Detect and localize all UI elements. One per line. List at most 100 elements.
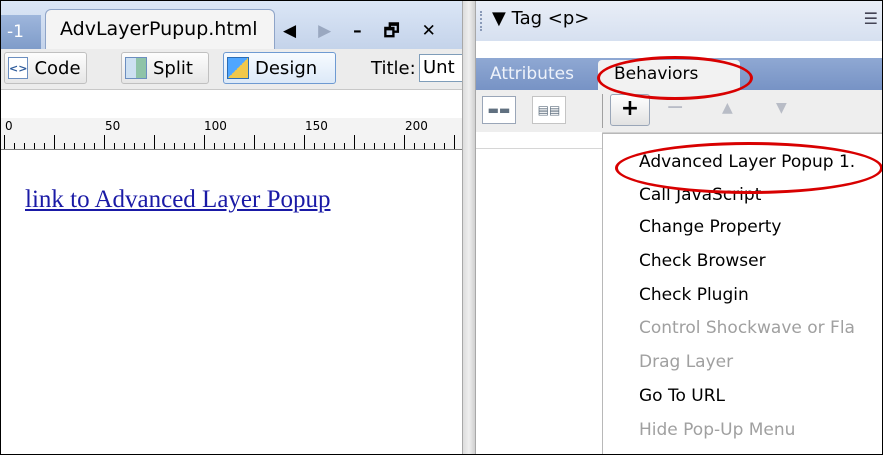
document-toolbar: <> Code Split Design Title: Unt bbox=[1, 49, 463, 90]
ruler-tick bbox=[254, 135, 255, 149]
code-view-label: Code bbox=[34, 57, 81, 79]
menu-item-drag-layer: Drag Layer bbox=[639, 352, 734, 372]
ruler-tick bbox=[354, 135, 355, 149]
advanced-layer-popup-link[interactable]: link to Advanced Layer Popup bbox=[25, 186, 331, 214]
ruler-label: 100 bbox=[204, 119, 227, 133]
ruler-tick bbox=[324, 143, 325, 149]
ruler-label: 200 bbox=[405, 119, 428, 133]
split-view-label: Split bbox=[153, 57, 193, 79]
drag-grip-icon[interactable] bbox=[480, 11, 488, 31]
ruler-tick bbox=[124, 143, 125, 149]
ruler-tick bbox=[384, 143, 385, 149]
horizontal-ruler: 0 50 100 150 200 bbox=[1, 118, 465, 150]
ruler-tick bbox=[24, 143, 25, 149]
events-list-divider bbox=[476, 148, 602, 149]
page-title-input[interactable]: Unt bbox=[419, 54, 463, 82]
panel-options-icon[interactable]: ☰ bbox=[864, 9, 878, 28]
behaviors-toolbar: ▬▬ ▤▤ + − ▲ ▼ bbox=[476, 90, 882, 133]
ruler-tick bbox=[274, 143, 275, 149]
screenshot-frame: -1 AdvLayerPupup.html ◀ ▶ – 🗗 ✕ <> Code … bbox=[0, 0, 883, 455]
restore-icon[interactable]: 🗗 bbox=[384, 19, 400, 43]
design-view-label: Design bbox=[255, 57, 318, 79]
ruler-tick bbox=[54, 135, 55, 149]
minimize-icon[interactable]: – bbox=[353, 19, 362, 43]
design-view-button[interactable]: Design bbox=[223, 52, 336, 84]
ruler-tick bbox=[204, 135, 205, 149]
events-list[interactable] bbox=[476, 132, 603, 454]
ruler-tick bbox=[424, 143, 425, 149]
code-icon: <> bbox=[8, 57, 29, 79]
menu-item-check-browser[interactable]: Check Browser bbox=[639, 251, 766, 271]
add-behavior-menu: Advanced Layer Popup 1. Call JavaScript … bbox=[602, 133, 882, 454]
ruler-tick bbox=[434, 143, 435, 149]
panel-title[interactable]: ▼ Tag <p> bbox=[492, 8, 589, 29]
menu-item-change-property[interactable]: Change Property bbox=[639, 217, 781, 237]
ruler-tick bbox=[224, 143, 225, 149]
scroll-tabs-right-icon[interactable]: ▶ bbox=[318, 19, 331, 43]
split-view-button[interactable]: Split bbox=[121, 52, 209, 84]
ruler-tick bbox=[74, 143, 75, 149]
ruler-tick bbox=[264, 143, 265, 149]
ruler-tick bbox=[394, 143, 395, 149]
ruler-tick bbox=[344, 143, 345, 149]
ruler-label: 0 bbox=[5, 119, 13, 133]
ruler-tick bbox=[404, 135, 405, 149]
ruler-tick bbox=[334, 143, 335, 149]
add-behavior-button[interactable]: + bbox=[610, 94, 650, 126]
ruler-tick bbox=[244, 143, 245, 149]
tab-attributes[interactable]: Attributes bbox=[490, 64, 574, 84]
split-icon bbox=[125, 57, 147, 79]
ruler-tick bbox=[114, 143, 115, 149]
scroll-tabs-left-icon[interactable]: ◀ bbox=[283, 19, 296, 43]
close-icon[interactable]: ✕ bbox=[422, 19, 436, 43]
panel-header[interactable]: ▼ Tag <p> ☰ bbox=[476, 1, 882, 41]
document-window: -1 AdvLayerPupup.html ◀ ▶ – 🗗 ✕ <> Code … bbox=[1, 1, 465, 454]
ruler-tick bbox=[314, 143, 315, 149]
ruler-tick bbox=[294, 143, 295, 149]
ruler-tick bbox=[194, 143, 195, 149]
show-set-events-icon[interactable]: ▬▬ bbox=[482, 96, 516, 124]
show-all-events-icon[interactable]: ▤▤ bbox=[532, 96, 566, 124]
ruler-tick bbox=[444, 143, 445, 149]
panel-tabs: Attributes Behaviors bbox=[476, 58, 882, 90]
panel-splitter[interactable] bbox=[462, 1, 476, 454]
menu-item-call-javascript[interactable]: Call JavaScript bbox=[639, 185, 761, 205]
tab-previous-document[interactable]: -1 bbox=[1, 15, 41, 49]
ruler-tick bbox=[64, 143, 65, 149]
tab-previous-label: -1 bbox=[7, 22, 24, 42]
ruler-tick bbox=[414, 143, 415, 149]
tab-active-label: AdvLayerPupup.html bbox=[60, 18, 258, 40]
move-up-icon[interactable]: ▲ bbox=[722, 100, 733, 116]
tab-behaviors-label: Behaviors bbox=[614, 64, 699, 84]
remove-behavior-button[interactable]: − bbox=[666, 95, 684, 120]
ruler-tick bbox=[454, 135, 455, 149]
ruler-tick bbox=[4, 135, 5, 149]
ruler-tick bbox=[154, 135, 155, 149]
tab-behaviors[interactable]: Behaviors bbox=[598, 60, 740, 90]
document-tab-bar: -1 AdvLayerPupup.html ◀ ▶ – 🗗 ✕ bbox=[1, 1, 462, 49]
menu-item-check-plugin[interactable]: Check Plugin bbox=[639, 285, 749, 305]
ruler-tick bbox=[34, 143, 35, 149]
ruler-label: 150 bbox=[305, 119, 328, 133]
design-icon bbox=[227, 57, 249, 79]
ruler-tick bbox=[84, 143, 85, 149]
ruler-tick bbox=[364, 143, 365, 149]
tag-inspector-panel: ▼ Tag <p> ☰ Attributes Behaviors ▬▬ ▤▤ +… bbox=[476, 1, 882, 454]
code-view-button[interactable]: <> Code bbox=[4, 52, 87, 84]
ruler-label: 50 bbox=[105, 119, 121, 133]
ruler-tick bbox=[104, 135, 105, 149]
ruler-tick bbox=[164, 143, 165, 149]
menu-item-control-shockwave: Control Shockwave or Fla bbox=[639, 318, 855, 338]
ruler-tick bbox=[214, 143, 215, 149]
menu-item-hide-popup-menu: Hide Pop-Up Menu bbox=[639, 420, 796, 440]
menu-item-go-to-url[interactable]: Go To URL bbox=[639, 386, 725, 406]
ruler-tick bbox=[134, 143, 135, 149]
tab-advlayerpupup[interactable]: AdvLayerPupup.html bbox=[45, 9, 275, 49]
ruler-tick bbox=[374, 143, 375, 149]
ruler-tick bbox=[144, 143, 145, 149]
ruler-tick bbox=[94, 143, 95, 149]
ruler-tick bbox=[234, 143, 235, 149]
ruler-tick bbox=[14, 143, 15, 149]
menu-item-advanced-layer-popup[interactable]: Advanced Layer Popup 1. bbox=[639, 152, 855, 172]
move-down-icon[interactable]: ▼ bbox=[776, 100, 787, 116]
